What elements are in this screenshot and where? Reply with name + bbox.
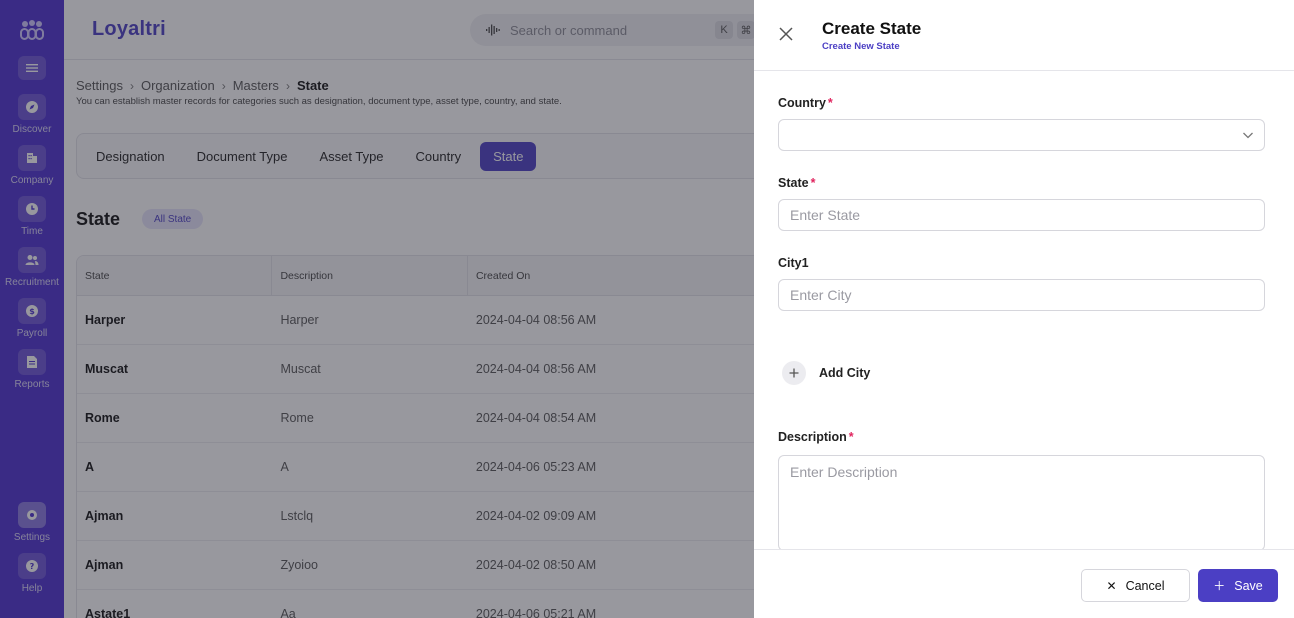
save-button[interactable]: ＋ Save (1198, 569, 1278, 602)
close-icon: ✕ (1106, 578, 1117, 593)
add-city-button[interactable]: Add City (782, 361, 870, 385)
description-textarea[interactable] (778, 455, 1265, 551)
drawer-header: Create State Create New State (754, 0, 1294, 71)
cancel-label: Cancel (1125, 578, 1165, 593)
required-mark: * (848, 430, 854, 444)
city-input[interactable] (778, 279, 1265, 311)
create-state-drawer: Create State Create New State Country * S… (754, 0, 1294, 618)
drawer-title: Create State (822, 19, 922, 38)
close-button[interactable] (776, 24, 796, 44)
country-label-text: Country (778, 96, 826, 110)
cancel-button[interactable]: ✕ Cancel (1081, 569, 1190, 602)
description-label: Description * (778, 430, 854, 444)
drawer-subtitle: Create New State (822, 41, 900, 52)
country-select[interactable] (778, 119, 1265, 151)
description-label-text: Description (778, 430, 847, 444)
drawer-footer: ✕ Cancel ＋ Save (754, 549, 1294, 618)
modal-backdrop[interactable] (0, 0, 754, 618)
chevron-down-icon (1243, 132, 1253, 139)
save-label: Save (1234, 578, 1263, 593)
plus-icon (782, 361, 806, 385)
city-label: City1 (778, 256, 809, 270)
plus-icon: ＋ (1213, 579, 1226, 593)
state-label-text: State (778, 176, 809, 190)
required-mark: * (827, 96, 833, 110)
close-icon (779, 27, 793, 41)
state-label: State * (778, 176, 815, 190)
country-label: Country * (778, 96, 833, 110)
state-input[interactable] (778, 199, 1265, 231)
add-city-label: Add City (819, 366, 871, 380)
required-mark: * (810, 176, 816, 190)
